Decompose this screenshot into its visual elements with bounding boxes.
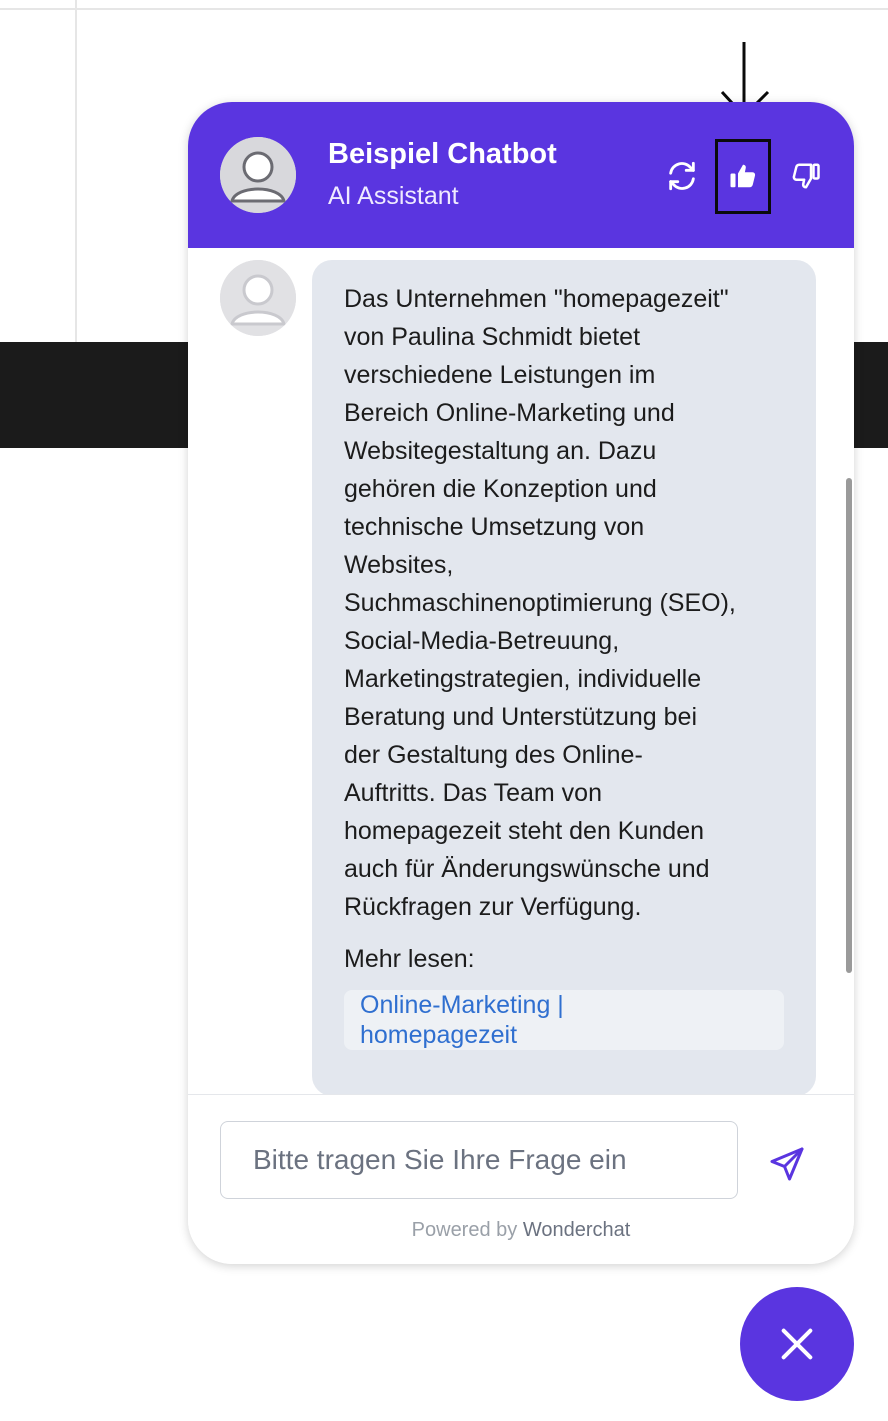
- powered-prefix: Powered by: [411, 1219, 518, 1241]
- source-link[interactable]: Online-Marketing | homepagezeit: [360, 990, 768, 1050]
- question-input[interactable]: [220, 1121, 738, 1199]
- powered-by: Powered by Wonderchat: [188, 1219, 854, 1242]
- message-list[interactable]: Das Unternehmen "homepagezeit" von Pauli…: [188, 248, 854, 1094]
- bot-avatar: [220, 137, 296, 213]
- close-icon: [781, 1328, 813, 1360]
- close-chat-button[interactable]: [740, 1287, 854, 1401]
- bot-message-text: Das Unternehmen "homepagezeit" von Pauli…: [344, 285, 736, 921]
- annotation-highlight-box: [715, 139, 771, 214]
- user-avatar-icon: [220, 260, 296, 336]
- send-icon: [770, 1147, 804, 1181]
- chat-widget: Beispiel Chatbot AI Assistant Das Untern…: [188, 102, 854, 1264]
- user-avatar-icon: [220, 137, 296, 213]
- page-top-divider: [0, 8, 888, 10]
- thumbs-down-icon: [792, 163, 820, 189]
- send-button[interactable]: [762, 1139, 812, 1189]
- source-link-card[interactable]: Online-Marketing | homepagezeit: [344, 990, 784, 1050]
- bot-name: Beispiel Chatbot: [328, 138, 557, 170]
- bot-message-bubble: Das Unternehmen "homepagezeit" von Pauli…: [312, 260, 816, 1094]
- refresh-icon: [669, 161, 695, 191]
- message-avatar: [220, 260, 296, 336]
- bot-subtitle: AI Assistant: [328, 182, 459, 210]
- dislike-button[interactable]: [784, 154, 828, 198]
- powered-brand-link[interactable]: Wonderchat: [523, 1219, 630, 1241]
- page-vertical-divider: [75, 0, 77, 342]
- refresh-button[interactable]: [660, 154, 704, 198]
- composer: Powered by Wonderchat: [188, 1094, 854, 1264]
- scrollbar-thumb[interactable]: [846, 478, 852, 973]
- read-more-label: Mehr lesen:: [344, 945, 475, 973]
